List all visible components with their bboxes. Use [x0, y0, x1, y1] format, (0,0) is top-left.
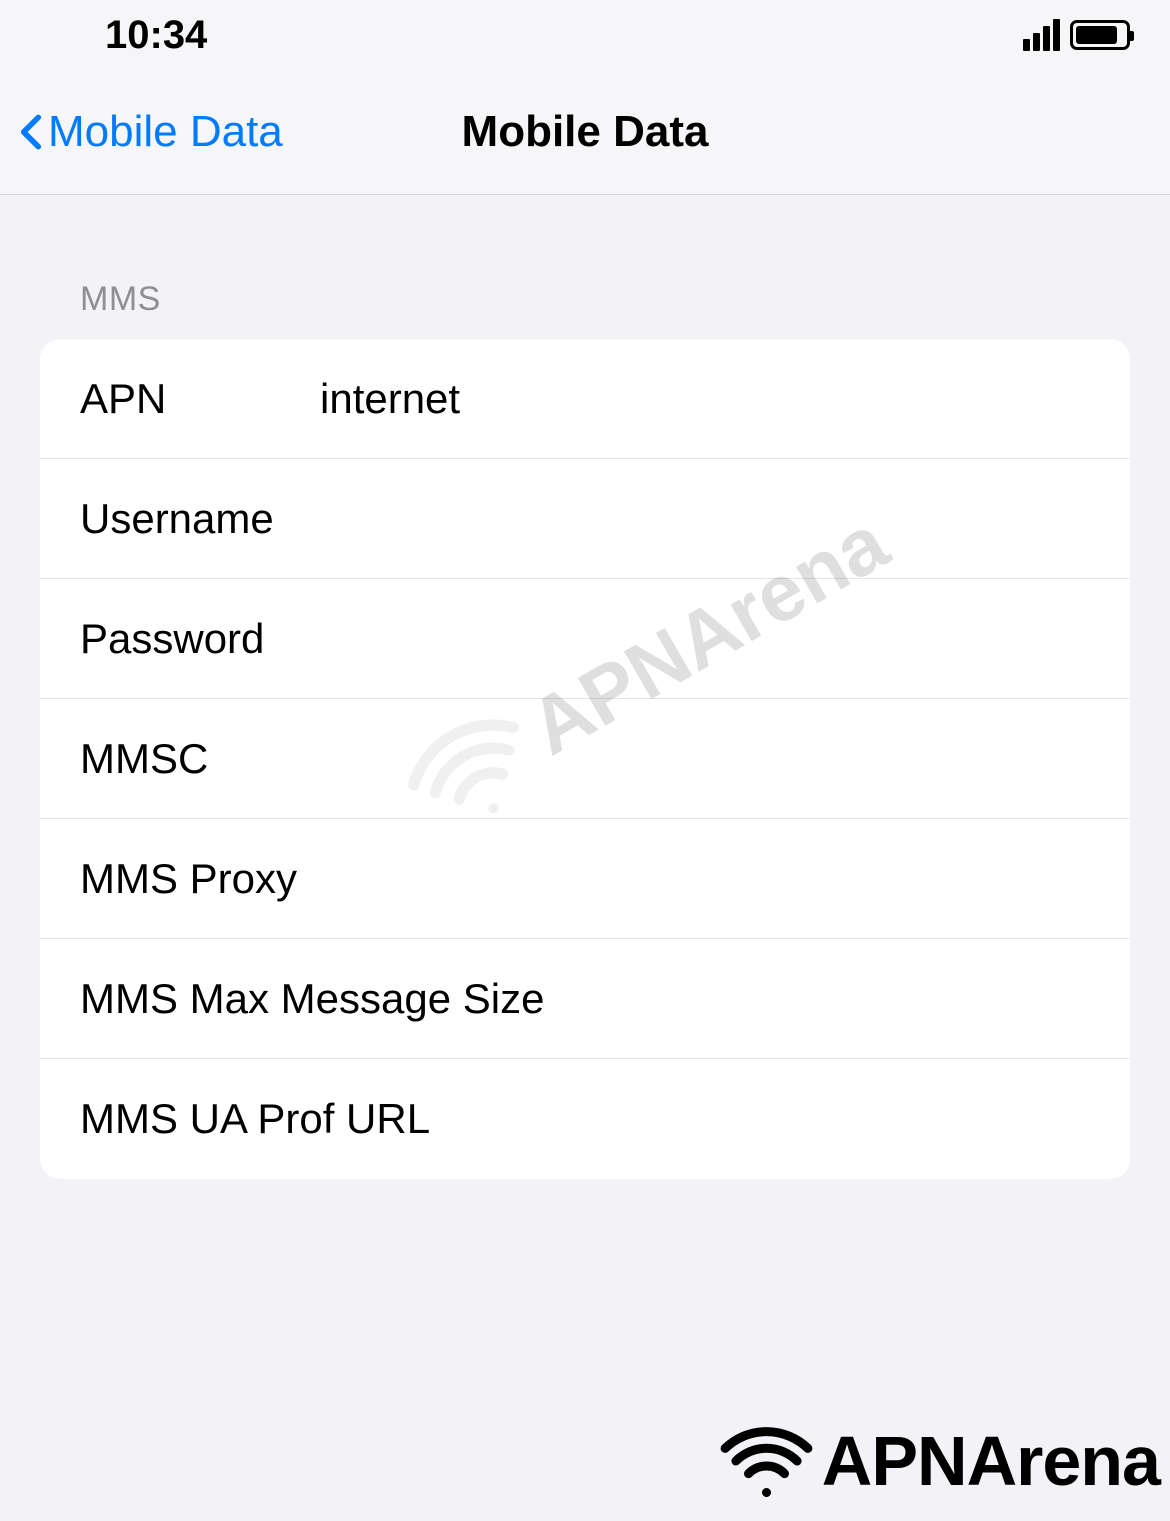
password-label: Password — [80, 615, 320, 663]
mms-max-size-label: MMS Max Message Size — [80, 975, 544, 1023]
watermark-bottom: APNArena — [719, 1421, 1160, 1501]
mms-max-size-row[interactable]: MMS Max Message Size — [40, 939, 1130, 1059]
status-time: 10:34 — [105, 13, 207, 58]
page-title: Mobile Data — [462, 107, 709, 157]
section-header: MMS — [40, 195, 1130, 339]
password-row[interactable]: Password — [40, 579, 1130, 699]
status-bar: 10:34 — [0, 0, 1170, 70]
username-row[interactable]: Username — [40, 459, 1130, 579]
watermark-bottom-text: APNArena — [822, 1421, 1160, 1501]
wifi-icon — [719, 1425, 814, 1497]
back-button[interactable]: Mobile Data — [20, 107, 283, 157]
battery-icon — [1070, 20, 1130, 50]
mms-proxy-label: MMS Proxy — [80, 855, 297, 903]
status-indicators — [1023, 19, 1130, 51]
cellular-signal-icon — [1023, 19, 1060, 51]
username-label: Username — [80, 495, 320, 543]
chevron-left-icon — [20, 113, 42, 151]
mmsc-row[interactable]: MMSC — [40, 699, 1130, 819]
apn-row[interactable]: APN internet — [40, 339, 1130, 459]
apn-label: APN — [80, 375, 320, 423]
back-label: Mobile Data — [48, 107, 283, 157]
mmsc-label: MMSC — [80, 735, 320, 783]
mms-ua-prof-row[interactable]: MMS UA Prof URL — [40, 1059, 1130, 1179]
apn-value: internet — [320, 375, 1090, 423]
content-area: MMS APN internet Username Password MMSC … — [0, 195, 1170, 1179]
navigation-bar: Mobile Data Mobile Data — [0, 70, 1170, 195]
mms-ua-prof-label: MMS UA Prof URL — [80, 1095, 430, 1143]
settings-group: APN internet Username Password MMSC MMS … — [40, 339, 1130, 1179]
mms-proxy-row[interactable]: MMS Proxy — [40, 819, 1130, 939]
